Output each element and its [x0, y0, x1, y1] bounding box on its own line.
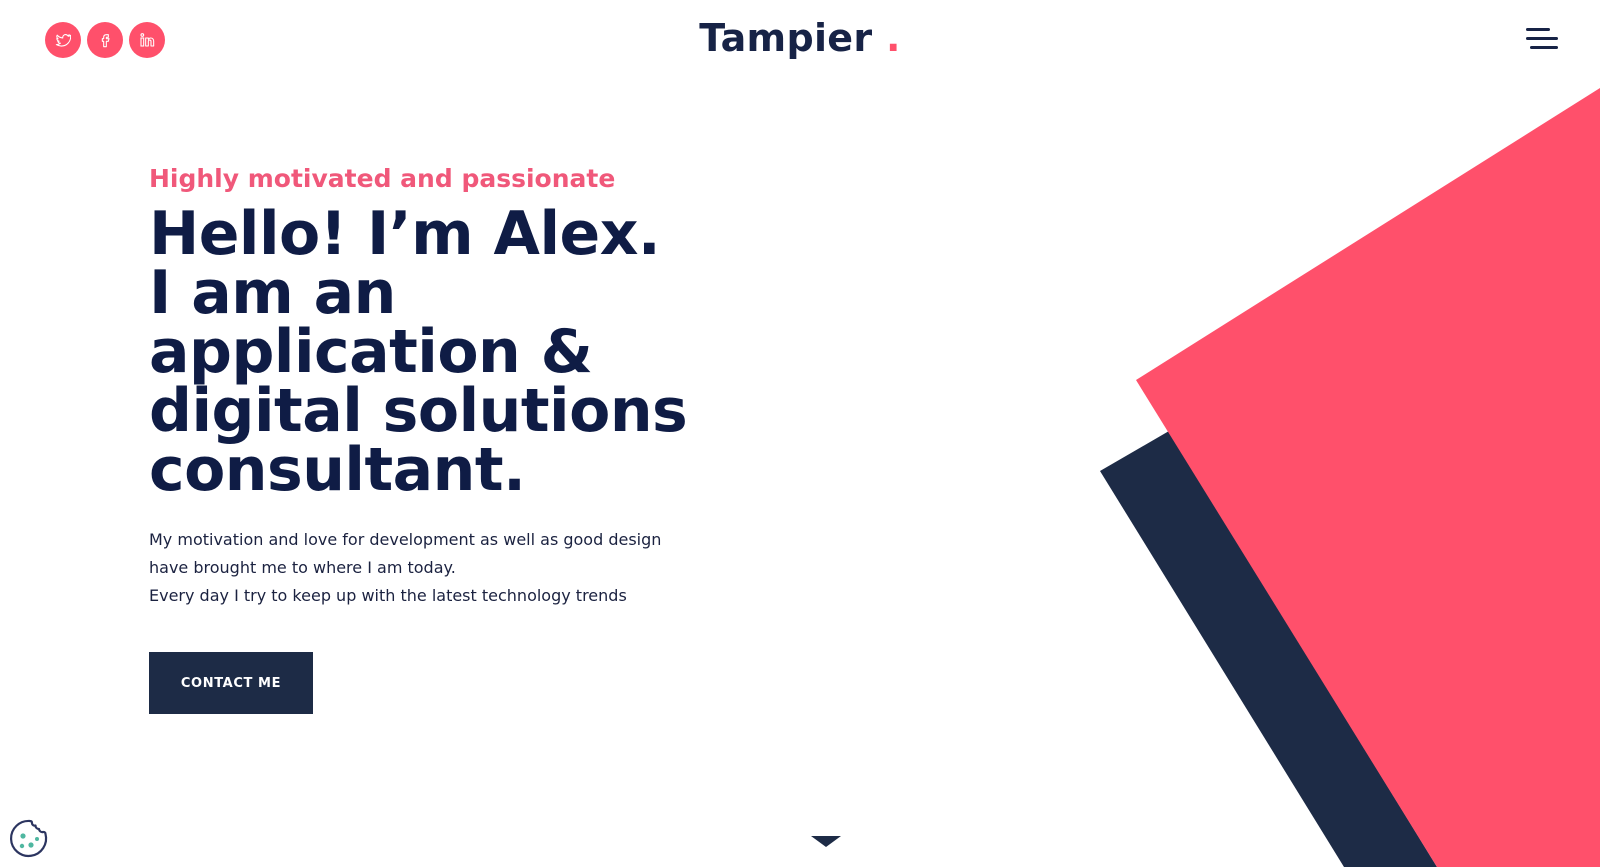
contact-me-button[interactable]: CONTACT ME: [149, 652, 313, 714]
logo-text: Tampier: [699, 16, 873, 60]
menu-line: [1526, 28, 1550, 31]
hamburger-menu-icon[interactable]: [1526, 26, 1558, 52]
hero-headline: Hello! I’m Alex. I am an application & d…: [149, 199, 688, 505]
navy-shape: [1100, 431, 1437, 867]
hero-description: My motivation and love for development a…: [149, 526, 669, 610]
menu-line: [1530, 46, 1558, 49]
site-logo[interactable]: Tampier .: [0, 16, 1600, 60]
chevron-down-icon[interactable]: [810, 834, 842, 848]
logo-dot: .: [885, 16, 901, 60]
cookie-icon[interactable]: [9, 818, 51, 860]
menu-line: [1526, 37, 1558, 40]
hero-section: Highly motivated and passionate Hello! I…: [149, 164, 709, 714]
description-line: Every day I try to keep up with the late…: [149, 586, 627, 605]
hero-subtitle: Highly motivated and passionate: [149, 164, 616, 193]
description-line: My motivation and love for development a…: [149, 530, 662, 549]
pink-shape: [1136, 88, 1600, 867]
description-line: have brought me to where I am today.: [149, 558, 456, 577]
